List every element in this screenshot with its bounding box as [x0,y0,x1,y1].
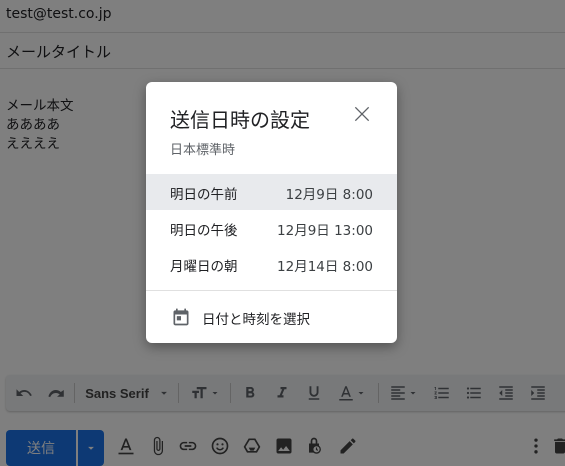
option-label: 明日の午後 [170,223,238,239]
schedule-option-monday-morning[interactable]: 月曜日の朝 12月14日 8:00 [146,246,397,282]
schedule-option-tomorrow-morning[interactable]: 明日の午前 12月9日 8:00 [146,174,397,210]
dialog-title: 送信日時の設定 [170,108,310,132]
option-time: 12月14日 8:00 [277,259,373,275]
option-label: 明日の午前 [170,187,238,203]
calendar-icon [170,306,192,328]
dialog-divider [146,290,397,291]
option-label: 月曜日の朝 [170,259,238,275]
schedule-option-tomorrow-afternoon[interactable]: 明日の午後 12月9日 13:00 [146,210,397,246]
pick-date-time-label: 日付と時刻を選択 [202,312,310,328]
option-time: 12月9日 13:00 [277,223,373,239]
timezone-label: 日本標準時 [170,143,236,158]
pick-date-time-button[interactable]: 日付と時刻を選択 [146,298,397,336]
option-time: 12月9日 8:00 [285,187,373,203]
close-icon[interactable] [350,102,374,126]
schedule-send-dialog: 送信日時の設定 日本標準時 明日の午前 12月9日 8:00 明日の午後 12月… [146,82,397,343]
